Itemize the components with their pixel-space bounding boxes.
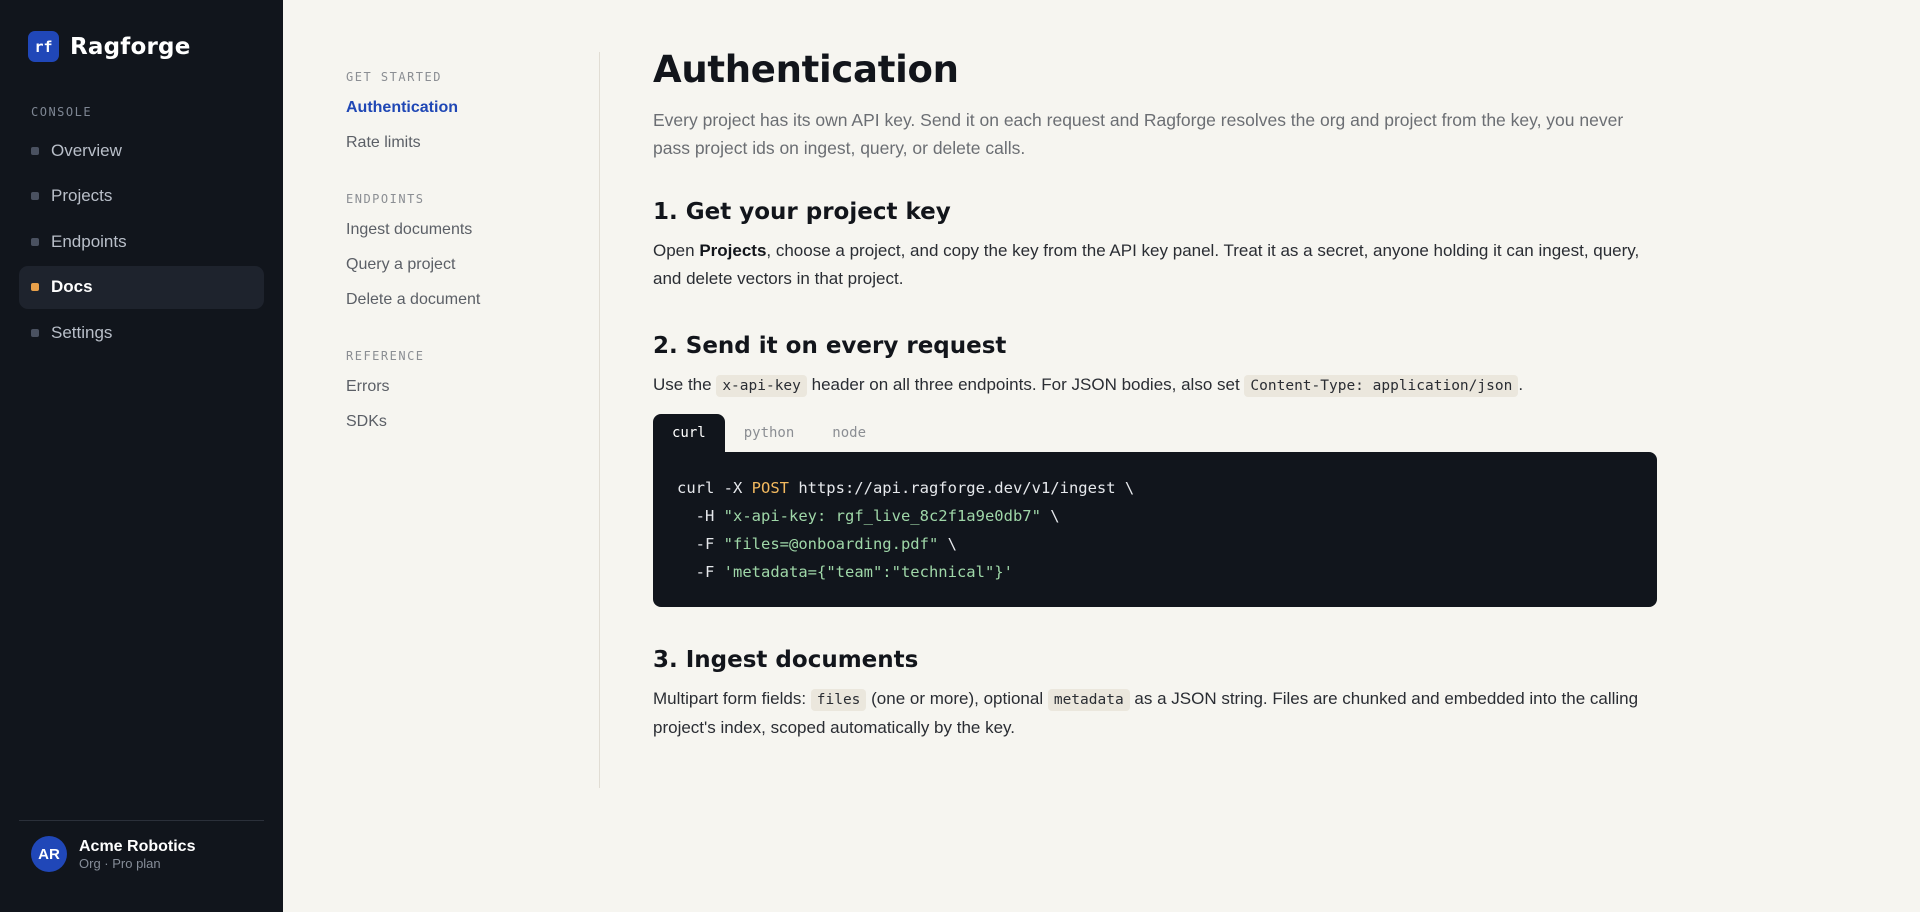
text-fragment: Use the	[653, 375, 717, 394]
sidebar-item-endpoints[interactable]: Endpoints	[19, 220, 264, 263]
projects-emphasis: Projects	[699, 241, 767, 260]
page-lead: Every project has its own API key. Send …	[653, 110, 1624, 158]
docs-nav-item-errors[interactable]: Errors	[346, 377, 586, 412]
code-line: -F 'metadata={"team":"technical"}'	[677, 558, 1633, 586]
inline-code-metadata: metadata	[1047, 689, 1130, 711]
docs-nav-group-reference: REFERENCE Errors SDKs	[346, 349, 586, 447]
docs-nav: GET STARTED Authentication Rate limits E…	[346, 70, 586, 471]
account-switcher[interactable]: AR Acme Robotics Org · Pro plan	[31, 836, 195, 872]
text-fragment: Multipart form fields:	[653, 689, 811, 708]
code-line: -H "x-api-key: rgf_live_8c2f1a9e0db7" \	[677, 502, 1633, 530]
inline-code-files: files	[810, 689, 867, 711]
ragforge-logo-icon: rf	[28, 31, 59, 62]
docs-nav-section-label: REFERENCE	[346, 349, 425, 363]
code-text: -F	[677, 563, 724, 581]
brand[interactable]: rf Ragforge	[28, 31, 191, 62]
square-bullet-icon	[31, 328, 39, 337]
code-string: "x-api-key: rgf_live_8c2f1a9e0db7"	[723, 507, 1041, 525]
square-bullet-icon	[31, 192, 39, 200]
step-1-text: Open Projects, choose a project, and cop…	[653, 237, 1653, 293]
step-3-heading: 3. Ingest documents	[653, 647, 919, 673]
tab-python[interactable]: python	[725, 414, 814, 452]
square-bullet-icon	[31, 237, 39, 246]
sidebar: rf Ragforge CONSOLE Overview Projects En…	[0, 0, 283, 912]
code-line: curl -X POST https://api.ragforge.dev/v1…	[677, 474, 1633, 502]
sidebar-item-label: Endpoints	[51, 231, 127, 251]
code-text: curl -X	[677, 479, 752, 497]
code-text: -F	[677, 535, 724, 553]
sidebar-divider	[19, 820, 264, 821]
code-tabs: curl python node	[653, 414, 1657, 452]
sidebar-item-projects[interactable]: Projects	[19, 175, 264, 218]
docs-nav-item-ingest-documents[interactable]: Ingest documents	[346, 220, 586, 255]
sidebar-item-label: Overview	[51, 140, 122, 160]
docs-nav-item-authentication[interactable]: Authentication	[346, 98, 586, 133]
sidebar-item-settings[interactable]: Settings	[19, 311, 264, 354]
docs-nav-section-label: ENDPOINTS	[346, 192, 425, 206]
account-info: Acme Robotics Org · Pro plan	[79, 838, 195, 871]
account-plan: Org · Pro plan	[79, 855, 161, 871]
code-keyword: POST	[751, 479, 789, 497]
square-bullet-icon	[31, 283, 39, 291]
docs-nav-divider	[599, 52, 600, 788]
code-text: \	[938, 535, 957, 553]
doc-content: Authentication Every project has its own…	[653, 46, 1657, 742]
tab-curl[interactable]: curl	[653, 414, 725, 452]
code-string: "files=@onboarding.pdf"	[723, 535, 939, 553]
account-name: Acme Robotics	[79, 837, 196, 855]
code-line: -F "files=@onboarding.pdf" \	[677, 530, 1633, 558]
sidebar-item-label: Docs	[51, 277, 93, 296]
sidebar-section-label: CONSOLE	[31, 105, 93, 119]
docs-nav-section-label: GET STARTED	[346, 70, 442, 84]
docs-nav-item-delete-a-document[interactable]: Delete a document	[346, 290, 586, 325]
avatar: AR	[31, 836, 67, 872]
docs-nav-group-get-started: GET STARTED Authentication Rate limits	[346, 70, 586, 168]
docs-nav-item-sdks[interactable]: SDKs	[346, 412, 586, 447]
docs-nav-group-endpoints: ENDPOINTS Ingest documents Query a proje…	[346, 192, 586, 325]
text-fragment: Open	[653, 241, 700, 260]
code-text: https://api.ragforge.dev/v1/ingest \	[788, 479, 1135, 497]
code-text: -H	[677, 507, 724, 525]
square-bullet-icon	[31, 146, 39, 155]
code-block[interactable]: curl -X POST https://api.ragforge.dev/v1…	[653, 452, 1657, 607]
step-3-text: Multipart form fields: files (one or mor…	[653, 685, 1653, 742]
step-2-heading: 2. Send it on every request	[653, 333, 1007, 359]
inline-code-api-key-header: x-api-key	[716, 375, 807, 397]
docs-nav-item-rate-limits[interactable]: Rate limits	[346, 133, 586, 168]
docs-nav-item-query-a-project[interactable]: Query a project	[346, 255, 586, 290]
code-text: \	[1040, 507, 1060, 525]
sidebar-item-label: Projects	[51, 186, 113, 205]
inline-code-content-type: Content-Type: application/json	[1244, 375, 1519, 397]
step-1-heading: 1. Get your project key	[653, 199, 951, 225]
step-2-text: Use the x-api-key header on all three en…	[653, 371, 1653, 400]
app-name: Ragforge	[70, 33, 191, 60]
text-fragment: header on all three endpoints. For JSON …	[806, 375, 1245, 394]
page-title: Authentication	[653, 48, 959, 91]
code-string: 'metadata={"team":"technical"}'	[723, 563, 1013, 581]
text-fragment: .	[1518, 375, 1524, 394]
sidebar-item-overview[interactable]: Overview	[19, 129, 264, 172]
text-fragment: , choose a project, and copy the key fro…	[653, 241, 1640, 288]
sidebar-item-docs[interactable]: Docs	[19, 265, 264, 309]
sidebar-nav: Overview Projects Endpoints Docs Setting…	[19, 129, 264, 357]
text-fragment: (one or more), optional	[866, 689, 1048, 708]
sidebar-item-label: Settings	[51, 322, 113, 342]
tab-node[interactable]: node	[813, 414, 885, 452]
